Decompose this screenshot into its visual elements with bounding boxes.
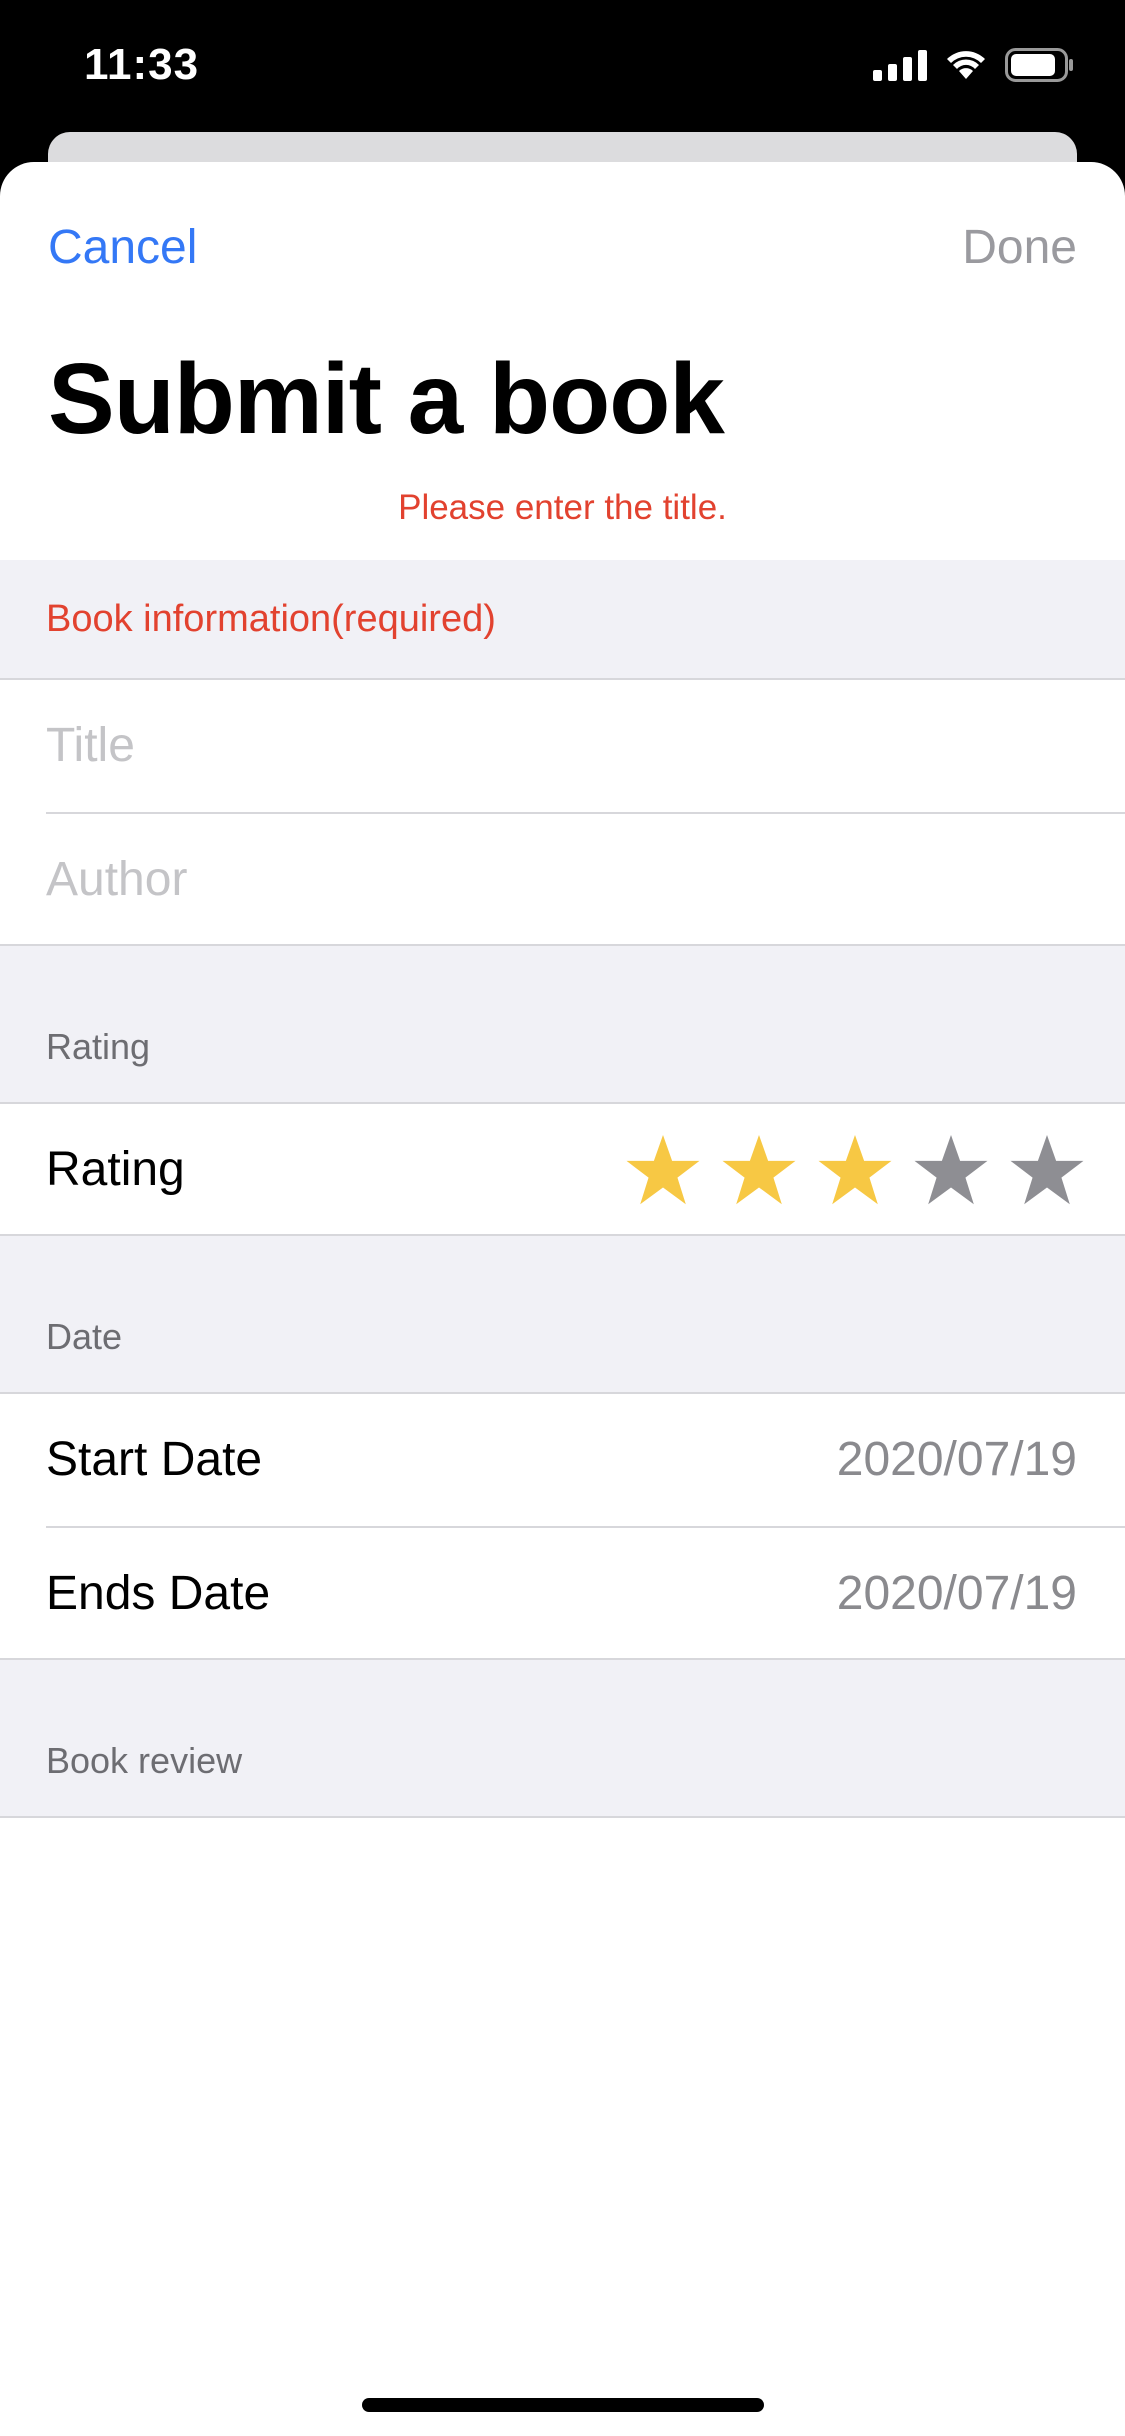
date-header-label: Date [46,1316,123,1357]
rating-row: Rating [0,1104,1125,1236]
book-review-textarea[interactable] [0,1818,1125,2378]
page-title: Submit a book [48,343,725,455]
title-field-row[interactable]: Title [0,680,1125,812]
rating-header-label: Rating [46,1026,151,1067]
cellular-signal-icon [873,49,927,81]
end-date-row[interactable]: Ends Date 2020/07/19 [0,1528,1125,1660]
review-section-header: Book review [0,1660,1125,1816]
author-input[interactable]: Author [46,852,187,907]
nav-bar: Cancel Done [0,162,1125,332]
review-header-label: Book review [46,1740,243,1781]
star-empty-icon[interactable] [1009,1132,1085,1208]
date-section-header: Date [0,1236,1125,1392]
end-date-label: Ends Date [46,1567,271,1620]
author-field-row[interactable]: Author [0,814,1125,946]
home-indicator [362,2398,764,2412]
star-filled-icon[interactable] [721,1132,797,1208]
star-empty-icon[interactable] [913,1132,989,1208]
start-date-label: Start Date [46,1433,263,1486]
rating-section-header: Rating [0,946,1125,1102]
cancel-button[interactable]: Cancel [48,220,197,275]
rating-label: Rating [46,1143,185,1196]
validation-error-message: Please enter the title. [398,488,727,527]
book-info-header-label: Book information(required) [46,598,496,640]
star-filled-icon[interactable] [625,1132,701,1208]
end-date-value[interactable]: 2020/07/19 [837,1566,1077,1621]
battery-icon [1005,48,1073,82]
star-rating-control[interactable] [625,1132,1085,1208]
wifi-icon [947,51,985,79]
start-date-row[interactable]: Start Date 2020/07/19 [0,1394,1125,1526]
start-date-value[interactable]: 2020/07/19 [837,1432,1077,1487]
status-bar: 11:33 [0,0,1125,140]
title-input[interactable]: Title [46,718,135,773]
status-time: 11:33 [84,40,200,89]
status-icons [873,48,1075,82]
star-filled-icon[interactable] [817,1132,893,1208]
submit-book-sheet: Cancel Done Submit a book Please enter t… [0,162,1125,2436]
book-info-section-header: Book information(required) [0,560,1125,680]
done-button[interactable]: Done [962,220,1077,275]
